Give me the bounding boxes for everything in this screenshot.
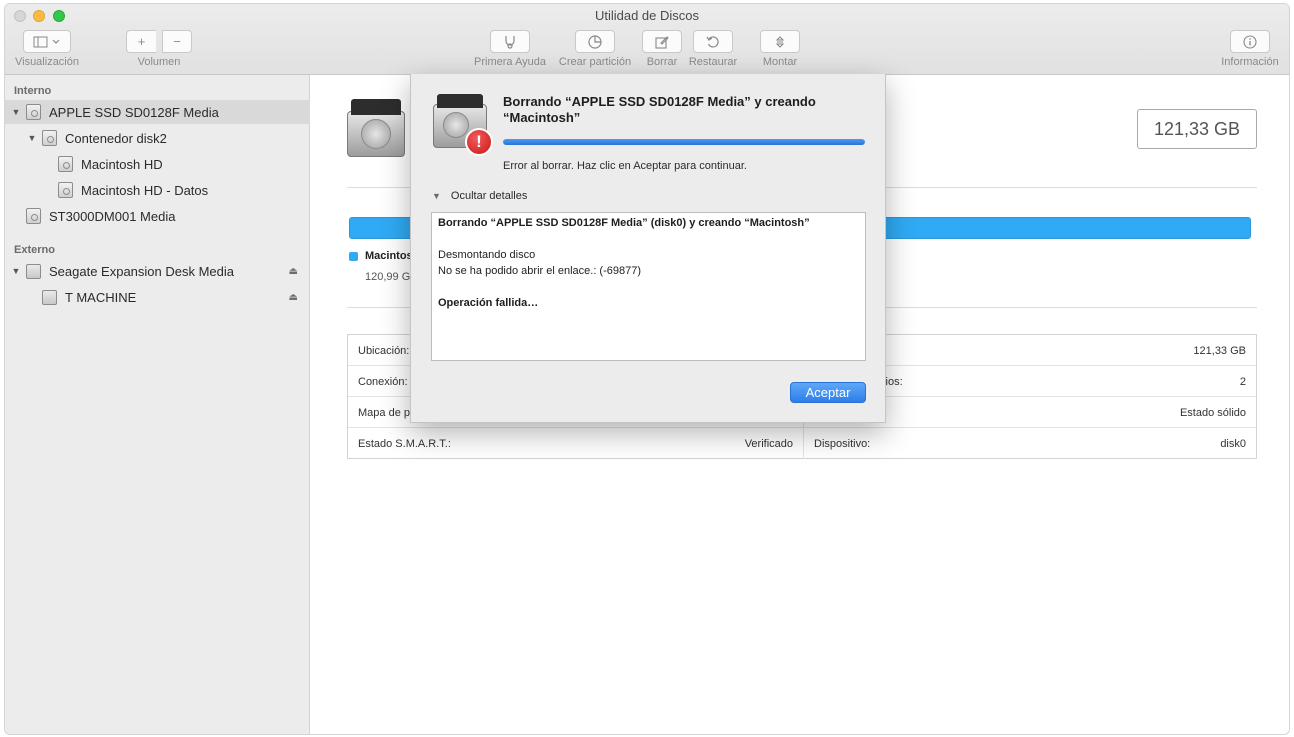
info-label: Dispositivo: [814, 437, 871, 450]
sidebar-item-label: Macintosh HD [81, 156, 163, 172]
external-disk-icon [26, 263, 41, 279]
sidebar-item-apple-ssd[interactable]: ▼ APPLE SSD SD0128F Media [5, 100, 310, 124]
view-group: Visualización [9, 30, 85, 68]
log-line: Desmontando disco [438, 249, 536, 261]
hard-disk-icon: ! [433, 92, 493, 156]
sidebar-item-t-machine[interactable]: T MACHINE ⏏ [5, 285, 310, 309]
first-aid-label: Primera Ayuda [474, 56, 546, 68]
sidebar-header-external: Externo [14, 244, 55, 256]
sidebar-item-label: APPLE SSD SD0128F Media [49, 104, 219, 120]
log-line: Operación fallida… [438, 297, 539, 309]
accept-button[interactable]: Aceptar [790, 382, 866, 403]
info-group: Información [1213, 30, 1287, 68]
info-value: 121,33 GB [1193, 344, 1246, 357]
sidebar: Interno ▼ APPLE SSD SD0128F Media ▼ Cont… [5, 75, 310, 734]
sidebar-item-st3000dm001[interactable]: ST3000DM001 Media [5, 204, 310, 228]
remove-volume-button[interactable]: − [162, 30, 192, 53]
log-line: Borrando “APPLE SSD SD0128F Media” (disk… [438, 217, 810, 229]
sidebar-item-macintosh-hd-datos[interactable]: Macintosh HD - Datos [5, 178, 310, 202]
first-aid-button[interactable] [490, 30, 530, 53]
sidebar-item-label: ST3000DM001 Media [49, 208, 176, 224]
info-value: Verificado [744, 437, 793, 450]
partition-label: Crear partición [558, 56, 632, 68]
toolbar: Utilidad de Discos Visualización + − Vol… [5, 4, 1289, 75]
dialog-title: Borrando “APPLE SSD SD0128F Media” y cre… [503, 94, 816, 125]
restore-group: Restaurar [687, 30, 739, 68]
mount-button[interactable] [760, 30, 800, 53]
disclosure-triangle-icon[interactable]: ▼ [27, 133, 37, 143]
info-label: Información [1221, 56, 1279, 68]
internal-disk-icon [26, 104, 41, 120]
erase-error-dialog: ! Borrando “APPLE SSD SD0128F Media” y c… [410, 74, 886, 423]
view-label: Visualización [14, 56, 79, 68]
progress-fill [503, 139, 865, 145]
sidebar-header-internal: Interno [14, 85, 52, 97]
sidebar-item-label: Seagate Expansion Desk Media [49, 263, 235, 279]
eject-icon[interactable]: ⏏ [289, 266, 298, 277]
volume-group: + − Volumen [123, 30, 195, 68]
mount-label: Montar [762, 56, 798, 68]
stethoscope-icon [505, 35, 515, 49]
capacity-box: 121,33 GB [1137, 109, 1257, 149]
info-value: disk0 [1220, 437, 1246, 450]
erase-button[interactable] [642, 30, 682, 53]
external-volume-icon [42, 289, 57, 305]
mount-group: Montar [760, 30, 800, 68]
sidebar-item-label: T MACHINE [65, 289, 137, 305]
info-label: Mapa de pa [358, 406, 417, 419]
eject-icon[interactable]: ⏏ [289, 292, 298, 303]
view-button[interactable] [23, 30, 71, 53]
sidebar-item-container-disk2[interactable]: ▼ Contenedor disk2 [5, 126, 310, 150]
erase-label: Borrar [646, 56, 678, 68]
details-log[interactable]: Borrando “APPLE SSD SD0128F Media” (disk… [431, 212, 866, 361]
restore-arrow-icon [706, 35, 719, 48]
info-label: Ubicación: [358, 344, 410, 357]
log-line: No se ha podido abrir el enlace.: (-6987… [438, 265, 642, 277]
info-value: 2 [1239, 375, 1246, 388]
legend-name: Macintos [365, 250, 413, 262]
first-aid-group: Primera Ayuda [470, 30, 550, 68]
partition-group: Crear partición [554, 30, 636, 68]
add-volume-button[interactable]: + [126, 30, 156, 53]
erase-group: Borrar [640, 30, 684, 68]
info-row: Estado S.M.A.R.T.: Verificado Dispositivo… [348, 428, 1256, 459]
sidebar-item-seagate[interactable]: ▼ Seagate Expansion Desk Media ⏏ [5, 259, 310, 283]
window-title: Utilidad de Discos [594, 8, 700, 23]
disclosure-triangle-icon[interactable]: ▼ [11, 107, 21, 117]
sidebar-item-label: Contenedor disk2 [65, 130, 167, 146]
hard-disk-icon [347, 99, 405, 159]
sidebar-icon [33, 36, 60, 47]
pie-icon [588, 34, 602, 49]
restore-label: Restaurar [688, 56, 738, 68]
disclosure-triangle-icon[interactable]: ▼ [11, 266, 21, 276]
info-value: Estado sólido [1179, 406, 1246, 419]
internal-disk-icon [26, 208, 41, 224]
disclosure-triangle-icon: ▼ [432, 191, 441, 201]
hide-details-toggle[interactable]: ▼ Ocultar detalles [432, 190, 527, 202]
toggle-label: Ocultar detalles [450, 190, 528, 202]
restore-button[interactable] [693, 30, 733, 53]
info-label: Conexión: [358, 375, 408, 388]
erase-pencil-icon [655, 35, 669, 49]
volume-icon [58, 182, 73, 198]
partition-button[interactable] [575, 30, 615, 53]
progress-bar [503, 139, 865, 145]
legend-color-swatch [349, 252, 358, 261]
warning-icon: ! [465, 128, 493, 156]
volume-label: Volumen [137, 56, 181, 68]
mount-icon [775, 35, 785, 48]
info-button[interactable] [1230, 30, 1270, 53]
container-icon [42, 130, 57, 146]
info-label: Estado S.M.A.R.T.: [358, 437, 451, 450]
sidebar-item-label: Macintosh HD - Datos [81, 182, 209, 198]
sidebar-item-macintosh-hd[interactable]: Macintosh HD [5, 152, 310, 176]
volume-icon [58, 156, 73, 172]
dialog-message: Error al borrar. Haz clic en Aceptar par… [503, 160, 747, 172]
info-icon [1243, 34, 1257, 49]
